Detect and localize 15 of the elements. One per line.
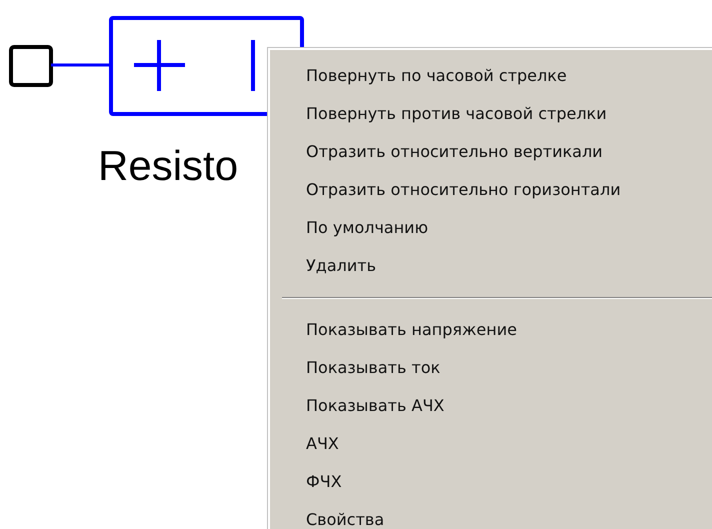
menu-item[interactable]: Свойства: [270, 501, 712, 529]
menu-item[interactable]: Показывать ток: [270, 349, 712, 387]
menu-item[interactable]: Удалить: [270, 247, 712, 285]
menu-item[interactable]: Повернуть по часовой стрелке: [270, 57, 712, 95]
menu-item[interactable]: АЧХ: [270, 425, 712, 463]
menu-item[interactable]: Отразить относительно горизонтали: [270, 171, 712, 209]
terminal-icon: [9, 45, 53, 87]
menu-item[interactable]: Повернуть против часовой стрелки: [270, 95, 712, 133]
wire: [51, 64, 112, 66]
menu-item[interactable]: По умолчанию: [270, 209, 712, 247]
menu-item[interactable]: ФЧХ: [270, 463, 712, 501]
menu-item[interactable]: Отразить относительно вертикали: [270, 133, 712, 171]
component-label: Resisto: [98, 141, 238, 191]
menu-item[interactable]: Показывать АЧХ: [270, 387, 712, 425]
menu-item[interactable]: Показывать напряжение: [270, 311, 712, 349]
